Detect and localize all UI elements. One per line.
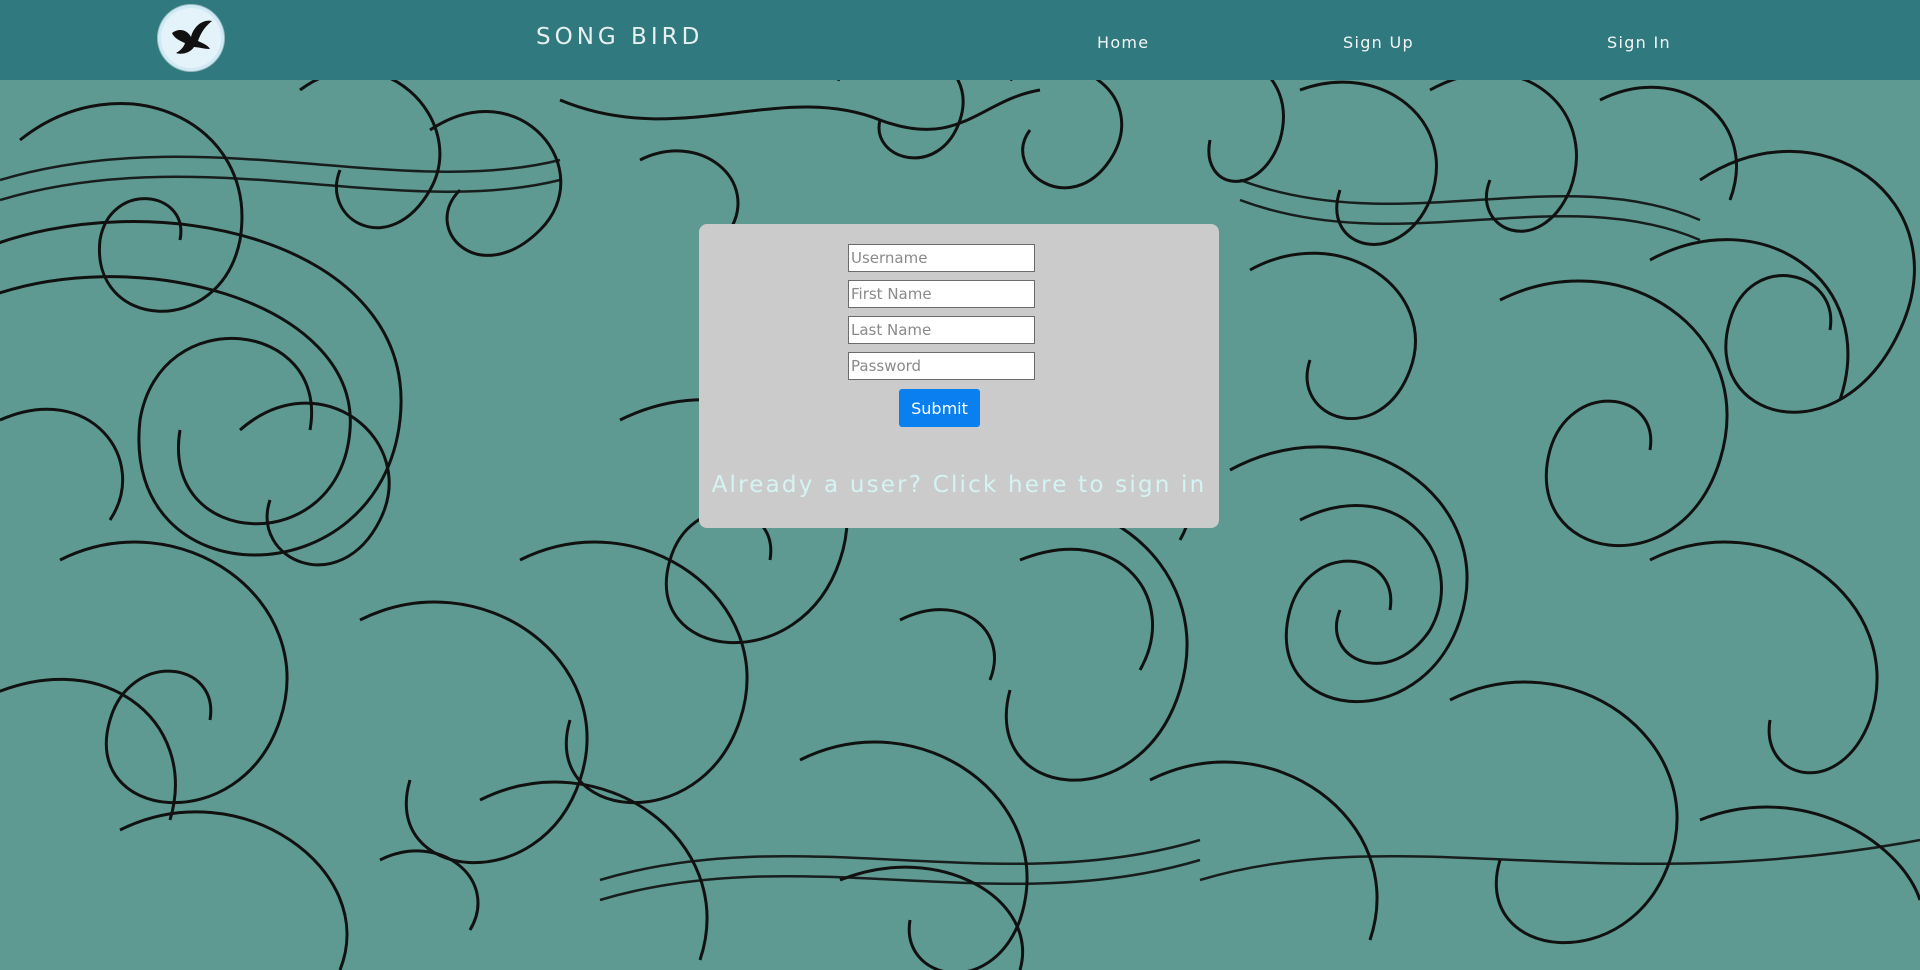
bird-logo-icon[interactable] bbox=[158, 5, 224, 71]
username-input[interactable] bbox=[848, 244, 1035, 272]
signup-form-card: Submit Already a user? Click here to sig… bbox=[699, 224, 1219, 528]
first-name-input[interactable] bbox=[848, 280, 1035, 308]
nav-sign-up-link[interactable]: Sign Up bbox=[1343, 33, 1414, 52]
nav-home-link[interactable]: Home bbox=[1097, 33, 1149, 52]
password-input[interactable] bbox=[848, 352, 1035, 380]
brand-title: SONG BIRD bbox=[536, 24, 704, 50]
nav-sign-in-link[interactable]: Sign In bbox=[1607, 33, 1671, 52]
navbar: SONG BIRD Home Sign Up Sign In bbox=[0, 0, 1920, 80]
last-name-input[interactable] bbox=[848, 316, 1035, 344]
sign-in-redirect-link[interactable]: Already a user? Click here to sign in bbox=[699, 472, 1219, 498]
submit-button[interactable]: Submit bbox=[899, 389, 980, 427]
